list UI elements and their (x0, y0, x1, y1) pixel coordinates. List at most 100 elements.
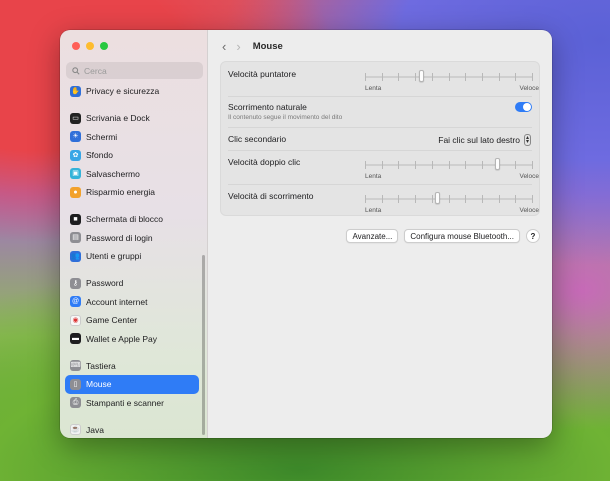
sidebar-item-label: Tastiera (86, 360, 116, 371)
mouse-icon: ▯ (70, 378, 81, 390)
slider-tick (381, 161, 383, 169)
slider-max-label: Veloce (519, 85, 539, 92)
sidebar-item-java[interactable]: ☕ Java (65, 421, 199, 439)
wallpaper-icon: ✿ (70, 149, 81, 161)
slider-tick (398, 195, 400, 203)
slider-tick (448, 195, 450, 203)
slider-tick (465, 73, 467, 81)
sidebar-item-salvaschermo[interactable]: ▣ Salvaschermo (65, 165, 199, 184)
search-icon (72, 66, 80, 75)
sidebar-item-label: Scrivania e Dock (86, 113, 150, 124)
sidebar-item-password[interactable]: ⚷ Password (65, 274, 199, 293)
sidebar-item-label: Game Center (86, 315, 138, 326)
sidebar: ✋ Privacy e sicurezza ▭ Scrivania e Dock ☀ Sc… (60, 30, 208, 438)
close-window-button[interactable] (72, 42, 80, 50)
at-icon: @ (70, 296, 81, 308)
slider-tick (381, 73, 383, 81)
slider-tick (465, 195, 467, 203)
display-icon: ☀ (70, 131, 81, 143)
slider-tick (431, 161, 433, 169)
secondary-click-row: Clic secondario Fai clic sul lato destro… (221, 128, 539, 152)
double-click-speed-row: Velocità doppio clic Lenta Veloce (221, 157, 539, 187)
advanced-button[interactable]: Avanzate... (346, 229, 399, 243)
slider-tick (365, 195, 366, 203)
sidebar-item-mouse[interactable]: ▯ Mouse (65, 375, 199, 394)
wallet-icon: ▬ (70, 333, 81, 345)
sidebar-item-privacy-e-sicurezza[interactable]: ✋ Privacy e sicurezza (65, 82, 199, 101)
printer-icon: ⎙ (70, 397, 81, 409)
toolbar: ‹ › Mouse (222, 39, 283, 53)
secondary-click-value: Fai clic sul lato destro (438, 135, 520, 145)
slider-thumb[interactable] (495, 158, 501, 170)
sidebar-item-risparmio-energia[interactable]: ● Risparmio energia (65, 183, 199, 202)
sidebar-item-account-internet[interactable]: @ Account internet (65, 293, 199, 312)
secondary-click-popup[interactable]: Fai clic sul lato destro ▴ ▾ (438, 134, 531, 146)
slider-tick (481, 73, 483, 81)
privacy-hand-icon: ✋ (70, 85, 81, 97)
keyboard-icon: ⌨ (70, 360, 81, 372)
slider-tick (431, 195, 433, 203)
mouse-settings-panel: Velocità puntatore Lenta Veloce Scorrime… (220, 61, 540, 216)
search-field[interactable] (66, 62, 203, 79)
search-input[interactable] (84, 65, 194, 76)
minimize-window-button[interactable] (86, 42, 94, 50)
slider-tick (448, 73, 450, 81)
sidebar-scrollbar[interactable] (202, 255, 205, 435)
sidebar-item-wallet-e-apple-pay[interactable]: ▬ Wallet e Apple Pay (65, 330, 199, 349)
action-buttons: Avanzate... Configura mouse Bluetooth...… (346, 229, 540, 243)
slider-tick (498, 73, 500, 81)
sidebar-item-schermi[interactable]: ☀ Schermi (65, 128, 199, 147)
sidebar-item-stampanti-e-scanner[interactable]: ⎙ Stampanti e scanner (65, 394, 199, 413)
scrolling-speed-row: Velocità di scorrimento Lenta Veloce (221, 191, 539, 217)
sidebar-item-password-di-login[interactable]: ▤ Password di login (65, 229, 199, 248)
natural-scrolling-toggle[interactable] (515, 102, 532, 112)
screensaver-icon: ▣ (70, 168, 81, 180)
main-pane: ‹ › Mouse Velocità puntatore Lenta Veloc… (208, 30, 552, 438)
users-groups-icon: 👥 (70, 250, 81, 262)
up-down-chevron-icon: ▴ ▾ (523, 134, 531, 146)
lock-screen-icon: ■ (70, 213, 81, 225)
sidebar-item-sfondo[interactable]: ✿ Sfondo (65, 146, 199, 165)
slider-tick (365, 161, 366, 169)
slider-tick (515, 73, 517, 81)
sidebar-item-label: Password (86, 278, 124, 289)
forward-button[interactable]: › (236, 40, 240, 53)
desktop-dock-icon: ▭ (70, 112, 81, 124)
java-icon: ☕ (70, 424, 81, 436)
traffic-lights (72, 42, 108, 50)
slider-thumb[interactable] (435, 192, 441, 204)
sidebar-item-schermata-di-blocco[interactable]: ■ Schermata di blocco (65, 210, 199, 229)
sidebar-item-label: Mouse (86, 379, 112, 390)
slider-max-label: Veloce (519, 207, 539, 214)
sidebar-list: ✋ Privacy e sicurezza ▭ Scrivania e Dock ☀ Sc… (65, 82, 199, 438)
slider-tick (365, 73, 366, 81)
help-button[interactable]: ? (526, 229, 540, 243)
sidebar-item-label: Schermi (86, 131, 118, 142)
sidebar-item-scrivania-e-dock[interactable]: ▭ Scrivania e Dock (65, 109, 199, 128)
sidebar-item-label: Salvaschermo (86, 168, 140, 179)
sidebar-item-tastiera[interactable]: ⌨ Tastiera (65, 357, 199, 376)
slider-tick (398, 161, 400, 169)
slider-min-label: Lenta (365, 207, 382, 214)
slider-tick (415, 161, 417, 169)
sidebar-item-label: Wallet e Apple Pay (86, 333, 158, 344)
sidebar-item-label: Sfondo (86, 150, 113, 161)
sidebar-item-utenti-e-gruppi[interactable]: 👥 Utenti e gruppi (65, 247, 199, 266)
slider-tick (532, 161, 533, 169)
slider-tick (465, 161, 467, 169)
slider-tick (481, 161, 483, 169)
natural-scrolling-description: Il contenuto segue il movimento del dito (228, 114, 343, 121)
sidebar-item-label: Privacy e sicurezza (86, 86, 160, 97)
page-title: Mouse (252, 40, 283, 52)
configure-bluetooth-mouse-button[interactable]: Configura mouse Bluetooth... (404, 229, 520, 243)
slider-tick (415, 195, 417, 203)
sidebar-item-game-center[interactable]: ◉ Game Center (65, 311, 199, 330)
slider-tick (515, 161, 517, 169)
slider-min-label: Lenta (365, 85, 382, 92)
zoom-window-button[interactable] (100, 42, 108, 50)
slider-tick (431, 73, 433, 81)
battery-icon: ● (70, 186, 81, 198)
back-button[interactable]: ‹ (222, 40, 226, 53)
slider-thumb[interactable] (418, 70, 424, 82)
natural-scrolling-label: Scorrimento naturale (228, 102, 307, 112)
